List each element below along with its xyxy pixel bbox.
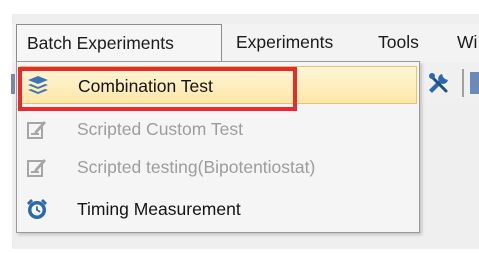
- edit-document-icon: [27, 159, 46, 177]
- toolbar-separator: [462, 69, 464, 97]
- toolbar-icon-partial[interactable]: [470, 72, 479, 94]
- alarm-clock-icon: [27, 199, 47, 219]
- menu-item-label: Scripted testing(Bipotentiostat): [77, 157, 316, 177]
- menu-window[interactable]: Wi: [457, 24, 477, 60]
- menu-experiments[interactable]: Experiments: [236, 24, 333, 60]
- menu-item-scripted-testing-bipotentiostat[interactable]: Scripted testing(Bipotentiostat): [19, 148, 417, 186]
- tools-icon[interactable]: [426, 70, 452, 96]
- annotation-highlight-box: [18, 67, 297, 111]
- menu-item-timing-measurement[interactable]: Timing Measurement: [19, 190, 417, 228]
- edit-document-icon: [27, 121, 46, 139]
- menu-item-scripted-custom-test[interactable]: Scripted Custom Test: [19, 110, 417, 148]
- menu-batch-experiments[interactable]: Batch Experiments: [16, 24, 222, 61]
- toolbar-fragment: [11, 74, 15, 94]
- menu-tools[interactable]: Tools: [378, 24, 419, 60]
- menu-bar: Batch Experiments Experiments Tools Wi: [12, 24, 479, 63]
- menu-item-label: Timing Measurement: [77, 199, 241, 219]
- menu-item-label: Scripted Custom Test: [77, 119, 243, 139]
